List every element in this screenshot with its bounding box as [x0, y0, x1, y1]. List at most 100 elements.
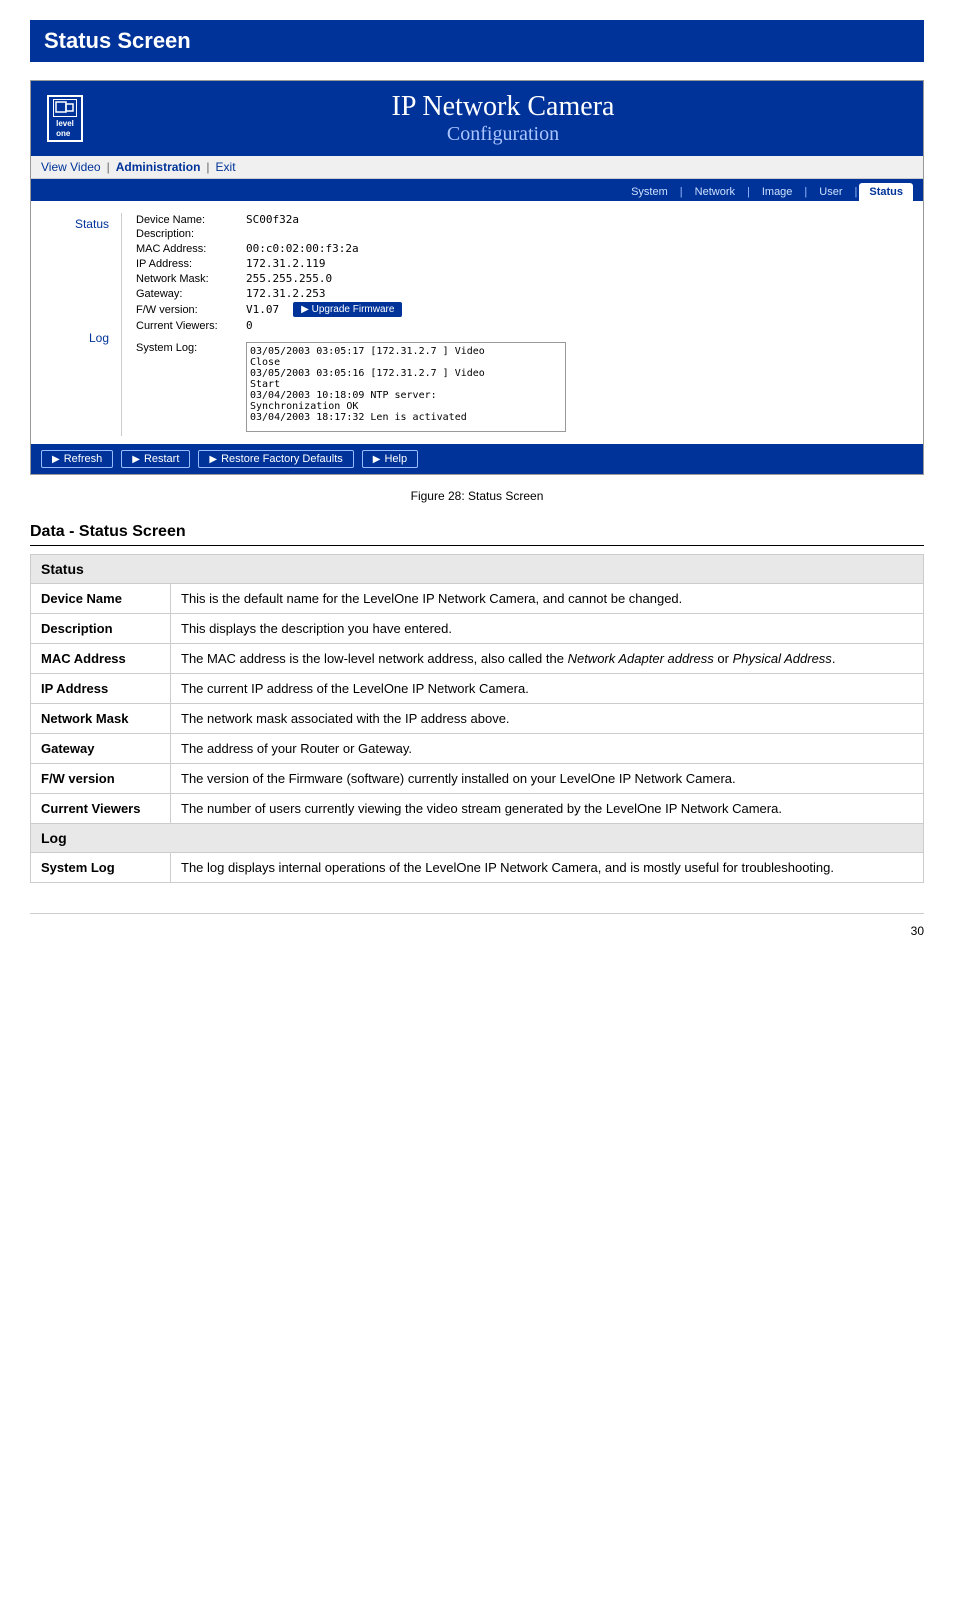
row-label-syslog: System Log — [31, 853, 171, 883]
camera-footer: ▶ Refresh ▶ Restart ▶ Restore Factory De… — [31, 444, 923, 474]
row-label-gateway: Gateway — [31, 734, 171, 764]
refresh-button[interactable]: ▶ Refresh — [41, 450, 113, 468]
status-row-description: Description: — [136, 228, 913, 240]
upgrade-firmware-label: Upgrade Firmware — [312, 304, 395, 315]
help-icon: ▶ — [373, 454, 381, 465]
nav-sep-1: | — [107, 160, 110, 174]
nav-sep-2: | — [206, 160, 209, 174]
camera-body: Status Log Device Name: SC00f32a Descrip… — [31, 201, 923, 444]
value-device-name: SC00f32a — [246, 213, 299, 226]
row-label-mac: MAC Address — [31, 644, 171, 674]
status-row-gateway: Gateway: 172.31.2.253 — [136, 287, 913, 300]
data-table: Status Device Name This is the default n… — [30, 554, 924, 883]
restart-button[interactable]: ▶ Restart — [121, 450, 190, 468]
value-ip: 172.31.2.119 — [246, 257, 325, 270]
tab-system[interactable]: System — [621, 183, 678, 201]
status-fields: Device Name: SC00f32a Description: MAC A… — [136, 213, 913, 332]
value-gateway: 172.31.2.253 — [246, 287, 325, 300]
table-row: Description This displays the descriptio… — [31, 614, 924, 644]
restore-label: Restore Factory Defaults — [221, 453, 343, 465]
nav-exit[interactable]: Exit — [216, 160, 236, 174]
section-header-log: Log — [31, 824, 924, 853]
status-row-mac: MAC Address: 00:c0:02:00:f3:2a — [136, 242, 913, 255]
log-sidebar-label: Log — [41, 331, 109, 345]
value-netmask: 255.255.255.0 — [246, 272, 332, 285]
row-desc-mac: The MAC address is the low-level network… — [171, 644, 924, 674]
tab-user[interactable]: User — [809, 183, 852, 201]
status-row-ip: IP Address: 172.31.2.119 — [136, 257, 913, 270]
row-desc-fw: The version of the Firmware (software) c… — [171, 764, 924, 794]
status-sidebar-label: Status — [41, 217, 109, 231]
value-fw: V1.07 — [246, 303, 279, 316]
table-row: IP Address The current IP address of the… — [31, 674, 924, 704]
help-label: Help — [384, 453, 407, 465]
restore-factory-button[interactable]: ▶ Restore Factory Defaults — [198, 450, 353, 468]
camera-subtitle: Configuration — [99, 123, 907, 146]
table-row: Network Mask The network mask associated… — [31, 704, 924, 734]
camera-nav: View Video | Administration | Exit — [31, 156, 923, 179]
label-device-name: Device Name: — [136, 214, 246, 226]
table-section-status: Status — [31, 555, 924, 584]
camera-title: IP Network Camera Configuration — [99, 91, 907, 146]
log-textarea[interactable]: 03/05/2003 03:05:17 [172.31.2.7 ] Video … — [246, 342, 566, 432]
page-number: 30 — [30, 913, 924, 938]
tab-status[interactable]: Status — [859, 183, 913, 201]
status-row-netmask: Network Mask: 255.255.255.0 — [136, 272, 913, 285]
row-desc-netmask: The network mask associated with the IP … — [171, 704, 924, 734]
table-row: Gateway The address of your Router or Ga… — [31, 734, 924, 764]
camera-header: level one IP Network Camera Configuratio… — [31, 81, 923, 156]
table-section-log: Log — [31, 824, 924, 853]
camera-content: Device Name: SC00f32a Description: MAC A… — [121, 213, 913, 436]
log-section: System Log: 03/05/2003 03:05:17 [172.31.… — [136, 342, 913, 432]
nav-administration[interactable]: Administration — [116, 160, 201, 174]
table-row: Device Name This is the default name for… — [31, 584, 924, 614]
tab-image[interactable]: Image — [752, 183, 803, 201]
camera-tabs: System | Network | Image | User | Status — [31, 179, 923, 201]
figure-caption: Figure 28: Status Screen — [30, 489, 924, 503]
camera-logo: level one — [47, 95, 83, 142]
table-row: F/W version The version of the Firmware … — [31, 764, 924, 794]
label-viewers: Current Viewers: — [136, 320, 246, 332]
row-label-device-name: Device Name — [31, 584, 171, 614]
section-header-status: Status — [31, 555, 924, 584]
value-viewers: 0 — [246, 319, 253, 332]
refresh-label: Refresh — [64, 453, 103, 465]
upgrade-icon: ▶ — [301, 304, 309, 315]
row-label-netmask: Network Mask — [31, 704, 171, 734]
restart-icon: ▶ — [132, 454, 140, 465]
data-section-title: Data - Status Screen — [30, 523, 924, 546]
restore-icon: ▶ — [209, 454, 217, 465]
label-ip: IP Address: — [136, 258, 246, 270]
label-gateway: Gateway: — [136, 288, 246, 300]
nav-view-video[interactable]: View Video — [41, 160, 101, 174]
table-row: MAC Address The MAC address is the low-l… — [31, 644, 924, 674]
row-desc-gateway: The address of your Router or Gateway. — [171, 734, 924, 764]
logo-text: level one — [56, 119, 74, 138]
row-desc-ip: The current IP address of the LevelOne I… — [171, 674, 924, 704]
row-desc-viewers: The number of users currently viewing th… — [171, 794, 924, 824]
row-desc-device-name: This is the default name for the LevelOn… — [171, 584, 924, 614]
row-label-viewers: Current Viewers — [31, 794, 171, 824]
label-mac: MAC Address: — [136, 243, 246, 255]
table-row: System Log The log displays internal ope… — [31, 853, 924, 883]
log-field-label: System Log: — [136, 342, 246, 432]
value-mac: 00:c0:02:00:f3:2a — [246, 242, 359, 255]
tab-network[interactable]: Network — [685, 183, 745, 201]
help-button[interactable]: ▶ Help — [362, 450, 418, 468]
status-row-viewers: Current Viewers: 0 — [136, 319, 913, 332]
refresh-icon: ▶ — [52, 454, 60, 465]
row-label-description: Description — [31, 614, 171, 644]
row-label-fw: F/W version — [31, 764, 171, 794]
status-row-fw: F/W version: V1.07 ▶ Upgrade Firmware — [136, 302, 913, 317]
row-desc-description: This displays the description you have e… — [171, 614, 924, 644]
label-netmask: Network Mask: — [136, 273, 246, 285]
restart-label: Restart — [144, 453, 179, 465]
status-row-device-name: Device Name: SC00f32a — [136, 213, 913, 226]
log-label-row: System Log: 03/05/2003 03:05:17 [172.31.… — [136, 342, 913, 432]
label-description: Description: — [136, 228, 246, 240]
camera-panel: level one IP Network Camera Configuratio… — [30, 80, 924, 475]
table-row: Current Viewers The number of users curr… — [31, 794, 924, 824]
logo-icon — [53, 99, 77, 117]
upgrade-firmware-button[interactable]: ▶ Upgrade Firmware — [293, 302, 402, 317]
label-fw: F/W version: — [136, 304, 246, 316]
